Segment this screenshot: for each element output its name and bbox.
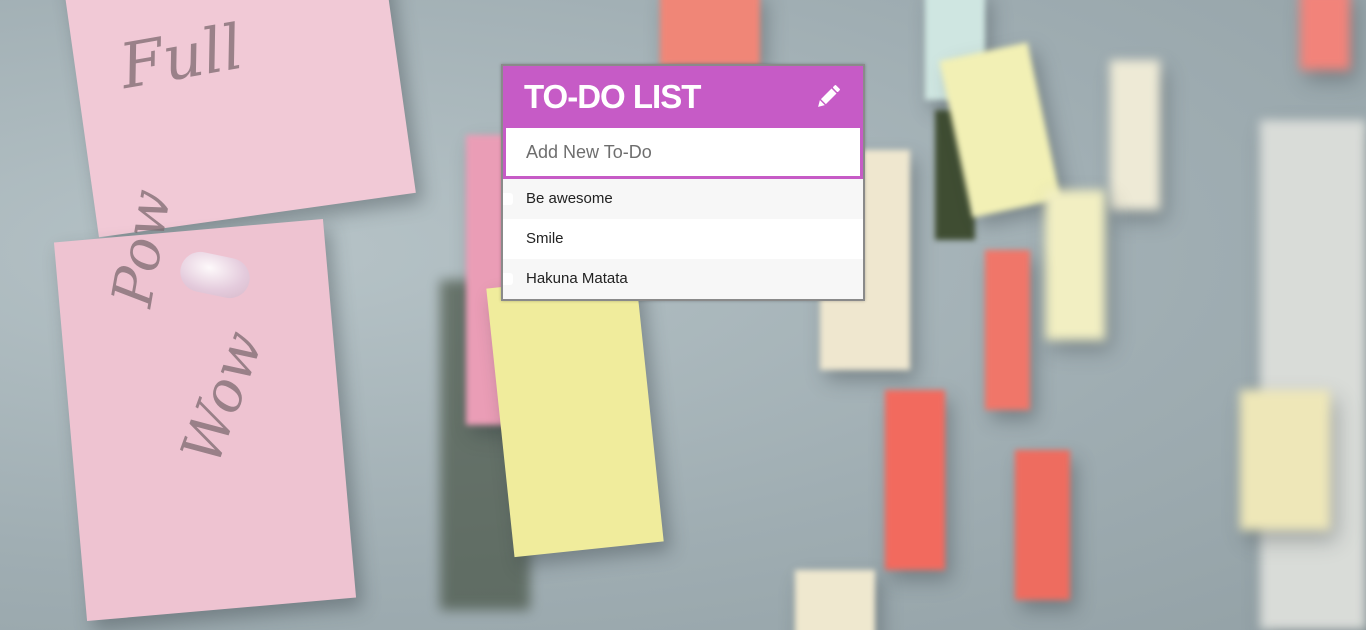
todo-item-text: Hakuna Matata (526, 270, 628, 287)
todo-item[interactable]: Hakuna Matata (503, 259, 863, 299)
pencil-icon[interactable] (813, 82, 843, 112)
todo-item[interactable]: Smile (503, 219, 863, 259)
sticky-note-red (985, 250, 1030, 410)
todo-input-wrapper (503, 128, 863, 179)
sticky-note-white (1260, 120, 1366, 630)
sticky-note-yellow (1045, 190, 1105, 340)
todo-item[interactable]: Be awesome (503, 179, 863, 219)
todo-header: TO-DO LIST (503, 66, 863, 128)
todo-container: TO-DO LIST Be awesome Smile Hakuna Matat… (501, 64, 865, 301)
todo-item-text: Smile (526, 230, 564, 247)
sticky-note-yellow-mid (486, 272, 664, 558)
todo-title: TO-DO LIST (524, 78, 701, 115)
delete-handle[interactable] (503, 233, 513, 245)
sticky-note-cream (1110, 60, 1160, 210)
sticky-note-red (660, 0, 760, 65)
sticky-note-cream (795, 570, 875, 630)
add-todo-input[interactable] (506, 128, 860, 176)
delete-handle[interactable] (503, 273, 513, 285)
sticky-note-red (885, 390, 945, 570)
sticky-note-yellow (1240, 390, 1330, 530)
delete-handle[interactable] (503, 193, 513, 205)
todo-list: Be awesome Smile Hakuna Matata (503, 179, 863, 299)
sticky-note-red (1015, 450, 1070, 600)
sticky-note-red (1300, 0, 1350, 70)
todo-item-text: Be awesome (526, 190, 613, 207)
